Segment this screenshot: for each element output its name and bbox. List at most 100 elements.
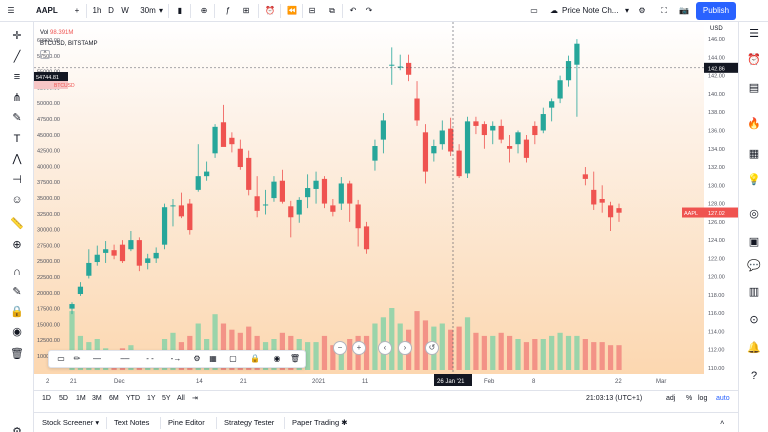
magnet-icon[interactable]: ∩ xyxy=(9,264,25,280)
layout-icon[interactable]: ⧉ xyxy=(326,0,338,22)
fullscreen-icon[interactable]: ⛶ xyxy=(658,0,670,22)
menu-icon[interactable]: ☰ xyxy=(6,0,16,22)
line-style-icon[interactable]: - - xyxy=(139,353,161,365)
broadcast-icon[interactable]: ⊙ xyxy=(746,312,762,328)
trend-line-icon[interactable]: ╱ xyxy=(9,49,25,65)
camera-icon[interactable]: 📷 xyxy=(678,0,690,22)
icons-icon[interactable]: ☺ xyxy=(9,192,25,208)
interval-w[interactable]: W xyxy=(120,0,130,22)
symbol-search[interactable]: AAPL xyxy=(36,0,62,22)
range-5d[interactable]: 5D xyxy=(59,391,68,407)
candle-body xyxy=(490,125,496,131)
auto-toggle[interactable]: auto xyxy=(716,391,730,407)
text-icon[interactable]: T xyxy=(9,131,25,147)
templates-icon[interactable]: ⊞ xyxy=(240,0,252,22)
fill-color-icon[interactable]: ▭ xyxy=(55,353,67,365)
price-chart[interactable]: 60000.0057500.0055000.0052500.0050000.00… xyxy=(34,22,738,388)
alerts-icon[interactable]: ⏰ xyxy=(746,52,762,68)
publish-button[interactable]: Publish xyxy=(696,2,736,20)
chat-icon[interactable]: 💬 xyxy=(746,258,762,274)
scroll-right-button[interactable]: › xyxy=(398,341,412,355)
ruler-icon[interactable]: 📏 xyxy=(9,216,25,232)
watchlist-icon[interactable]: ☰ xyxy=(746,26,762,42)
settings-icon[interactable]: ⚙ xyxy=(636,0,648,22)
alert-icon[interactable]: ⏰ xyxy=(264,0,276,22)
zoom-in-button[interactable]: + xyxy=(352,341,366,355)
range-5y[interactable]: 5Y xyxy=(162,391,171,407)
horizontal-line-icon[interactable]: ≡ xyxy=(9,69,25,85)
date-range-icon[interactable]: ⇥ xyxy=(192,391,198,407)
notifications-icon[interactable]: 🔔 xyxy=(746,340,762,356)
percent-toggle[interactable]: % xyxy=(686,391,692,407)
chevron-down-icon[interactable]: ▾ xyxy=(157,0,165,22)
trash-icon[interactable]: 🗑 xyxy=(289,353,301,365)
range-3m[interactable]: 3M xyxy=(92,391,102,407)
compare-legend[interactable]: BTCUSD, BITSTAMP xyxy=(40,39,98,50)
favorite-icon[interactable]: ⚙ xyxy=(9,424,25,432)
line-color-icon[interactable]: — xyxy=(85,353,109,365)
redo-icon[interactable]: ↷ xyxy=(364,0,374,22)
lock-icon[interactable]: 🔒 xyxy=(249,353,261,365)
log-toggle[interactable]: log xyxy=(698,391,707,407)
chevron-down-icon[interactable]: ▾ xyxy=(623,0,631,22)
pattern-icon[interactable]: ⋀ xyxy=(9,151,25,167)
eye-icon[interactable]: ◉ xyxy=(271,353,283,365)
ideas-icon[interactable]: 💡 xyxy=(746,172,762,188)
interval-30m[interactable]: 30m xyxy=(140,0,156,22)
tab-stock-screener[interactable]: Stock Screener ▾ xyxy=(42,413,99,432)
prediction-icon[interactable]: ⊣ xyxy=(9,172,25,188)
tab-paper-trading[interactable]: Paper Trading ✱ xyxy=(292,413,348,432)
trash-icon[interactable]: 🗑 xyxy=(9,346,25,362)
crosshair-icon[interactable]: ✛ xyxy=(9,28,25,44)
zoom-icon[interactable]: ⊕ xyxy=(9,237,25,253)
eye-icon[interactable]: ◉ xyxy=(9,324,25,340)
calendar-icon[interactable]: ▦ xyxy=(746,146,762,162)
undo-icon[interactable]: ↶ xyxy=(348,0,358,22)
arrow-style-icon[interactable]: ‐→ xyxy=(165,353,187,365)
template-icon[interactable]: ▦ xyxy=(207,353,219,365)
interval-d[interactable]: D xyxy=(106,0,116,22)
range-1y[interactable]: 1Y xyxy=(147,391,156,407)
zoom-out-button[interactable]: − xyxy=(333,341,347,355)
tab-text-notes[interactable]: Text Notes xyxy=(114,413,149,432)
help-icon[interactable]: ? xyxy=(746,368,762,384)
brush-icon[interactable]: ✎ xyxy=(9,110,25,126)
indicators-icon[interactable]: ƒ xyxy=(222,0,234,22)
data-window-icon[interactable]: ▤ xyxy=(746,80,762,96)
adj-toggle[interactable]: adj xyxy=(666,391,675,407)
layout-select-icon[interactable]: ▭ xyxy=(528,0,540,22)
visibility-icon[interactable]: ▢ xyxy=(227,353,239,365)
pitchfork-icon[interactable]: ⋔ xyxy=(9,90,25,106)
range-all[interactable]: All xyxy=(177,391,185,407)
cloud-icon[interactable]: ☁ xyxy=(548,0,560,22)
legend-collapse-icon[interactable]: ^ xyxy=(40,50,50,59)
chart-pane[interactable]: 60000.0057500.0055000.0052500.0050000.00… xyxy=(34,22,738,388)
replay-icon[interactable]: ⏪ xyxy=(286,0,298,22)
volume-legend[interactable]: Vol 98.391M xyxy=(40,28,98,39)
grid-icon[interactable]: ⊟ xyxy=(306,0,318,22)
range-1d[interactable]: 1D xyxy=(42,391,51,407)
lock-icon[interactable]: 🔒 xyxy=(9,304,25,320)
range-6m[interactable]: 6M xyxy=(109,391,119,407)
reset-chart-button[interactable]: ↺ xyxy=(425,341,439,355)
range-1m[interactable]: 1M xyxy=(76,391,86,407)
hotlist-icon[interactable]: 🔥 xyxy=(746,116,762,132)
news-icon[interactable]: ▥ xyxy=(746,284,762,300)
range-ytd[interactable]: YTD xyxy=(126,391,140,407)
clock-readout[interactable]: 21:03:13 (UTC+1) xyxy=(586,391,642,407)
candles-icon[interactable]: ▮ xyxy=(174,0,186,22)
price-note-layout[interactable]: Price Note Ch... xyxy=(562,0,624,22)
pencil-icon[interactable]: ✏ xyxy=(71,353,83,365)
add-symbol-icon[interactable]: + xyxy=(72,0,82,22)
streams-icon[interactable]: ◎ xyxy=(746,206,762,222)
tab-pine-editor[interactable]: Pine Editor xyxy=(168,413,205,432)
tab-strategy-tester[interactable]: Strategy Tester xyxy=(224,413,274,432)
interval-1h[interactable]: 1h xyxy=(92,0,102,22)
calendar-events-icon[interactable]: ▣ xyxy=(746,234,762,250)
scroll-left-button[interactable]: ‹ xyxy=(378,341,392,355)
line-width-icon[interactable]: –– xyxy=(115,353,135,365)
lock-drawing-icon[interactable]: ✎ xyxy=(9,284,25,300)
settings-icon[interactable]: ⚙ xyxy=(191,353,203,365)
compare-icon[interactable]: ⊕ xyxy=(198,0,210,22)
collapse-panel-icon[interactable]: ˄ xyxy=(720,413,724,432)
